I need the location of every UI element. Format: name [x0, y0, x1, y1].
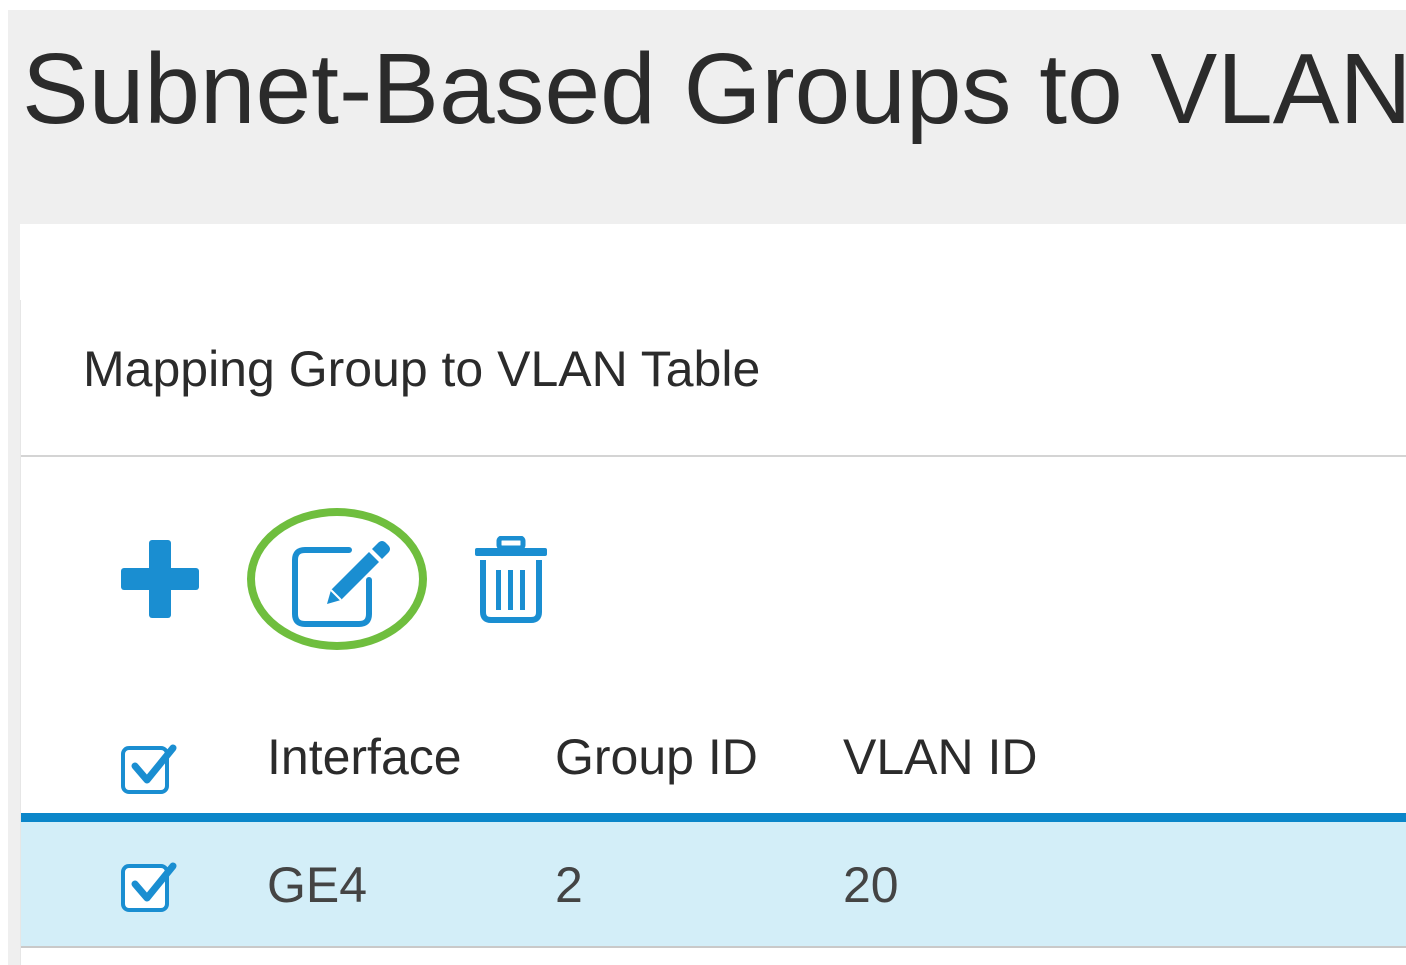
panel-divider	[21, 455, 1406, 457]
mapping-table-panel: Mapping Group to VLAN Table Interface Gr…	[20, 300, 1406, 965]
row-checkbox[interactable]	[121, 862, 177, 912]
cell-vlan-id: 20	[843, 857, 899, 913]
cell-interface: GE4	[267, 857, 368, 913]
plus-icon	[121, 540, 199, 618]
page-title: Subnet-Based Groups to VLAN	[22, 33, 1406, 145]
table-header-row: Interface Group ID VLAN ID	[21, 714, 1406, 814]
table-row[interactable]: GE4 2 20	[21, 822, 1406, 948]
table-header-rule	[21, 813, 1406, 822]
left-gutter	[8, 224, 20, 965]
checkmark-icon	[131, 744, 177, 784]
column-header-group-id[interactable]: Group ID	[555, 728, 758, 786]
page: Subnet-Based Groups to VLAN Mapping Grou…	[0, 0, 1406, 965]
edit-icon	[292, 541, 390, 627]
content-gap	[8, 224, 1406, 300]
checkmark-icon	[131, 862, 177, 902]
add-button[interactable]	[121, 540, 199, 618]
panel-title: Mapping Group to VLAN Table	[83, 341, 761, 397]
select-all-checkbox[interactable]	[121, 744, 177, 794]
column-header-interface[interactable]: Interface	[267, 728, 462, 786]
trash-icon	[475, 535, 547, 623]
delete-button[interactable]	[471, 535, 551, 624]
cell-group-id: 2	[555, 857, 583, 913]
column-header-vlan-id[interactable]: VLAN ID	[843, 728, 1038, 786]
edit-button[interactable]	[287, 534, 393, 630]
